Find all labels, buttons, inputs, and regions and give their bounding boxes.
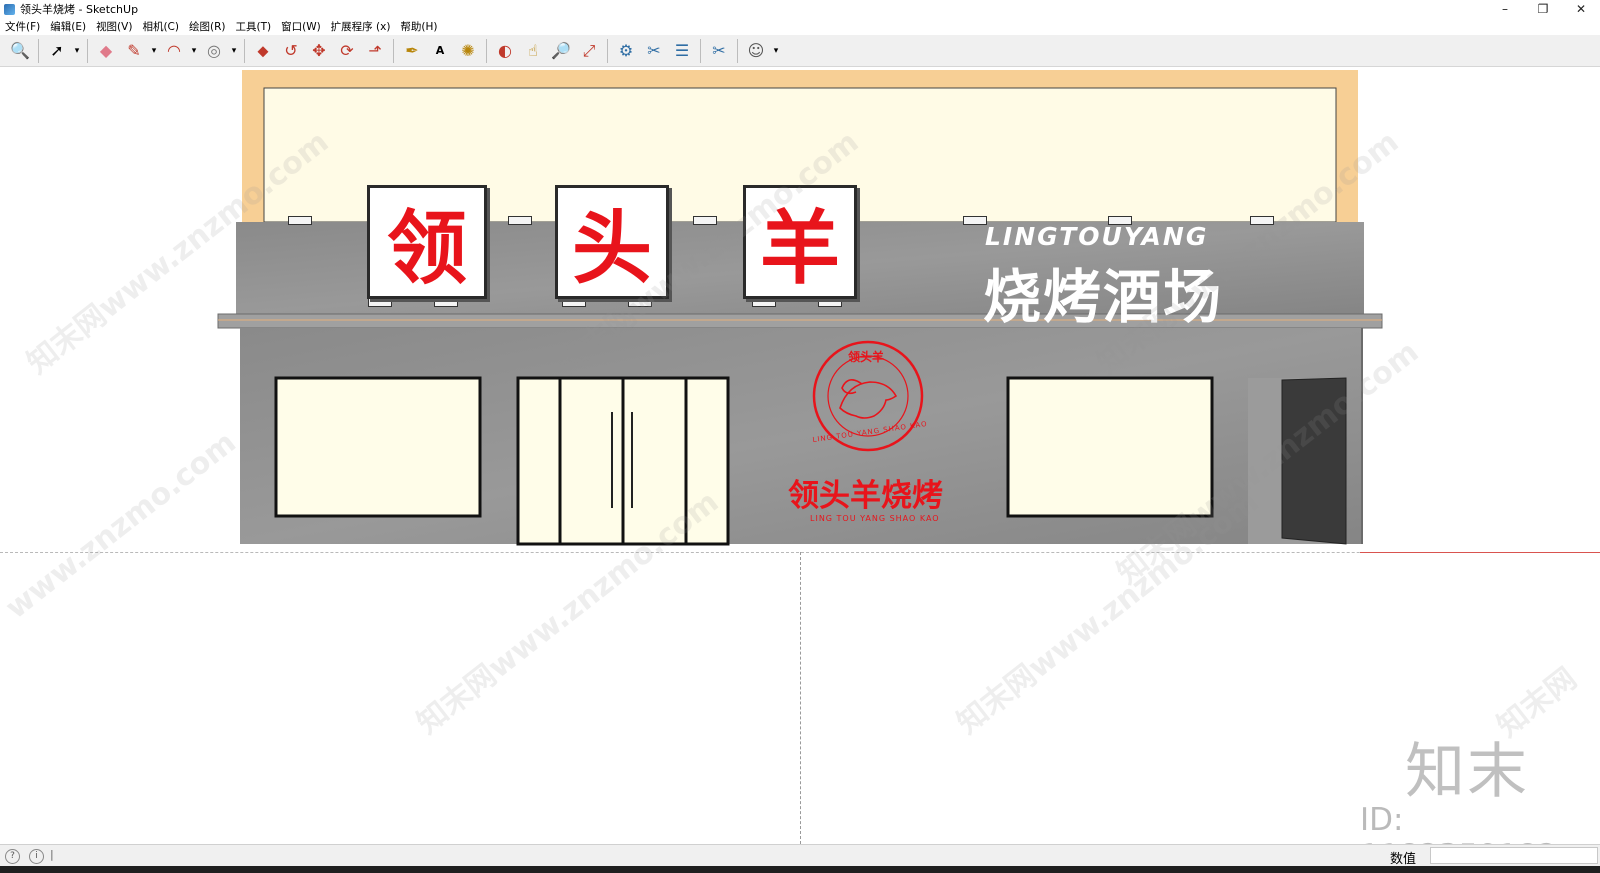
menu-help[interactable]: 帮助(H) [395,19,442,34]
section-icon[interactable]: ✂ [641,38,667,64]
measurements-label: 数值 [1390,852,1417,867]
menu-view[interactable]: 视图(V) [91,19,137,34]
brand-watermark: 知末 [1405,737,1529,807]
logo-pinyin-text: LING TOU YANG SHAO KAO [810,514,940,523]
scale-icon[interactable]: ⬏ [362,38,388,64]
status-bar: ? i | 数值 [0,844,1600,867]
text-icon[interactable]: A [427,38,453,64]
menu-file[interactable]: 文件(F) [0,19,45,34]
wall-lamp [288,216,312,225]
left-window [274,376,482,518]
id-watermark: ID: 1182359182 [1360,802,1557,844]
follow-me-icon[interactable]: ↺ [278,38,304,64]
right-window [1006,376,1214,518]
minimize-button[interactable]: – [1486,0,1524,18]
zoom-icon[interactable]: 🔍 [7,38,33,64]
pencil-icon[interactable]: ✎ [121,38,147,64]
select-icon[interactable]: ➚ [44,38,70,64]
account-icon[interactable]: ☺ [743,38,769,64]
arc-dropdown-icon[interactable]: ▾ [188,38,200,64]
title-bar: 领头羊烧烤 - SketchUp – ❐ ✕ [0,0,1600,18]
main-toolbar: 🔍 ➚ ▾ ◆ ✎ ▾ ◠ ▾ ◎ ▾ ⬥ ↺ ✥ ⟳ ⬏ ✒ A ✺ ◐ ☝ … [0,35,1600,67]
wall-lamp [963,216,987,225]
line-dropdown-icon[interactable]: ▾ [148,38,160,64]
toolbar-separator [607,38,608,63]
zoom-extents-icon[interactable]: ⤢ [576,38,602,64]
maximize-button[interactable]: ❐ [1524,0,1562,18]
vertical-axis-line [800,552,801,844]
close-button[interactable]: ✕ [1562,0,1600,18]
menu-draw[interactable]: 绘图(R) [184,19,231,34]
geo-location-icon[interactable]: ? [5,849,20,864]
push-pull-icon[interactable]: ⬥ [250,38,276,64]
section-plane-icon[interactable]: ✂ [706,38,732,64]
sign-box-ling: 领 [367,185,487,299]
settings-icon[interactable]: ⚙ [613,38,639,64]
circle-dropdown-icon[interactable]: ▾ [228,38,240,64]
toolbar-separator [486,38,487,63]
measurements-input[interactable] [1430,847,1598,864]
circle-icon[interactable]: ◎ [201,38,227,64]
menu-extensions[interactable]: 扩展程序 (x) [326,19,396,34]
toolbar-separator [244,38,245,63]
toolbar-separator [393,38,394,63]
rotate-icon[interactable]: ⟳ [334,38,360,64]
orbit-icon[interactable]: ◐ [492,38,518,64]
paint-bucket-icon[interactable]: ✺ [455,38,481,64]
logo-top-text: 领头羊 [848,350,885,364]
toolbar-separator [87,38,88,63]
wall-lamp [508,216,532,225]
model-viewport[interactable]: 领 头 羊 LINGTOUYANG 烧烤酒场 领头羊 LING TOU YANG… [0,68,1600,844]
logo-name-text: 领头羊烧烤 [788,478,943,514]
menu-window[interactable]: 窗口(W) [276,19,326,34]
status-hint: | [50,848,54,861]
toolbar-separator [700,38,701,63]
english-sign-text: LINGTOUYANG [985,222,1209,251]
window-controls: – ❐ ✕ [1486,0,1600,18]
sketchup-app-icon [4,3,15,15]
move-icon[interactable]: ✥ [306,38,332,64]
pan-icon[interactable]: ☝ [520,38,546,64]
menu-tools[interactable]: 工具(T) [230,19,276,34]
toolbar-separator [737,38,738,63]
taskbar-strip [0,866,1600,873]
layers-icon[interactable]: ☰ [669,38,695,64]
toolbar-separator [38,38,39,63]
red-axis-line [1360,552,1600,553]
credits-icon[interactable]: i [29,849,44,864]
zoom-window-icon[interactable]: 🔎 [548,38,574,64]
menu-bar: 文件(F) 编辑(E) 视图(V) 相机(C) 绘图(R) 工具(T) 窗口(W… [0,18,1600,35]
menu-edit[interactable]: 编辑(E) [45,19,91,34]
account-dropdown-icon[interactable]: ▾ [770,38,782,64]
eraser-icon[interactable]: ◆ [93,38,119,64]
tape-measure-icon[interactable]: ✒ [399,38,425,64]
window-title: 领头羊烧烤 - SketchUp [20,3,139,16]
arc-icon[interactable]: ◠ [161,38,187,64]
select-dropdown-icon[interactable]: ▾ [71,38,83,64]
menu-camera[interactable]: 相机(C) [137,19,184,34]
